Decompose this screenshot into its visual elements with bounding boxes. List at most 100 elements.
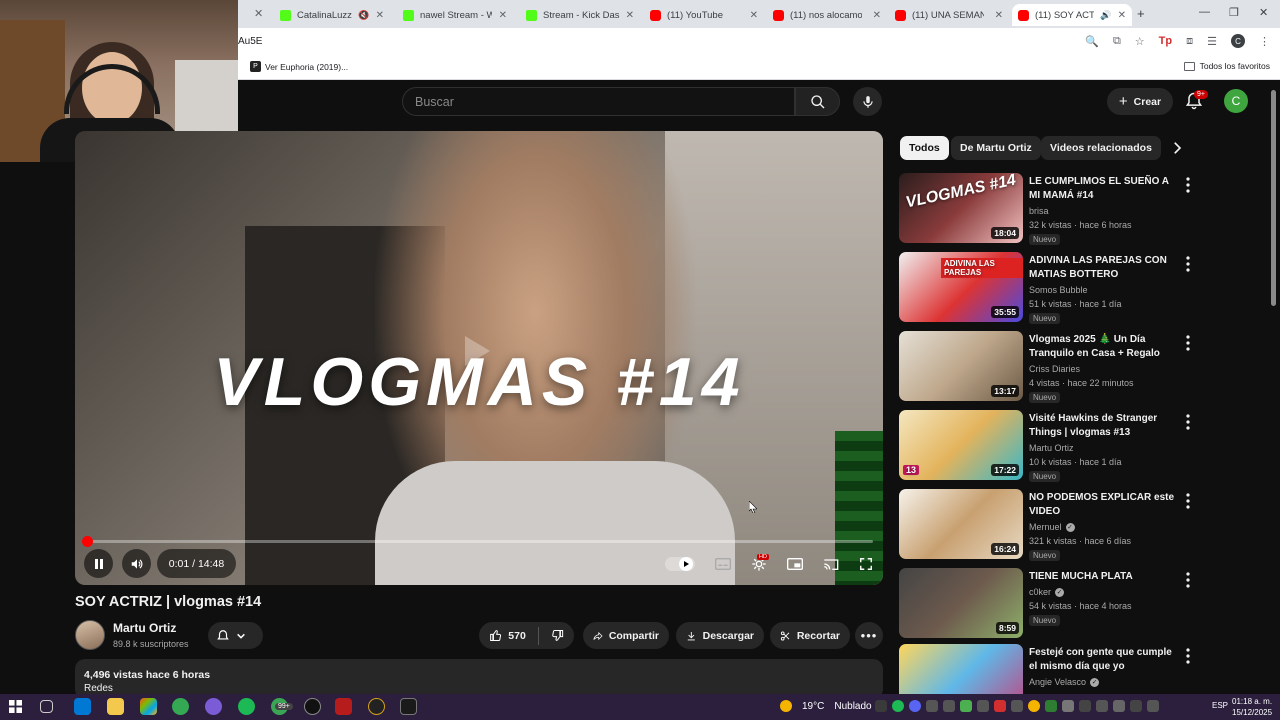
tab-kick-catalina[interactable]: CatalinaLuzzi Stre 🔇 ✕ <box>274 4 390 26</box>
close-icon[interactable]: ✕ <box>499 10 507 21</box>
chevron-up-icon[interactable] <box>1147 700 1159 712</box>
recommendation-title[interactable]: Visité Hawkins de Stranger Things | vlog… <box>1029 412 1179 440</box>
tray-app-icon[interactable] <box>1045 700 1057 712</box>
recommendation-title[interactable]: TIENE MUCHA PLATA <box>1029 570 1179 584</box>
address-bar[interactable]: Au5E <box>238 36 262 47</box>
app-icon[interactable] <box>205 698 222 715</box>
fullscreen-icon[interactable] <box>859 557 873 571</box>
pause-button[interactable] <box>84 549 113 578</box>
video-player[interactable]: VLOGMAS #14 0:01 / 14:48 HD <box>75 131 883 585</box>
dislike-icon[interactable] <box>551 628 564 643</box>
more-vertical-icon[interactable] <box>1183 492 1193 510</box>
progress-bar[interactable] <box>81 536 873 547</box>
search-button[interactable] <box>795 87 840 116</box>
chrome-icon[interactable] <box>172 698 189 715</box>
tray-app-icon[interactable] <box>1011 700 1023 712</box>
minimize-icon[interactable]: — <box>1199 6 1210 18</box>
subscribe-bell-button[interactable] <box>208 622 263 649</box>
description-box[interactable]: 4,496 vistas hace 6 horas Redes <box>75 659 883 699</box>
download-button[interactable]: Descargar <box>676 622 764 649</box>
channel-name[interactable]: Martu Ortiz <box>113 621 176 635</box>
tab-kick-nawel[interactable]: nawel Stream - Wi ✕ <box>397 4 513 26</box>
chip-todos[interactable]: Todos <box>900 136 949 160</box>
tray-app-icon[interactable] <box>1130 700 1142 712</box>
progress-scrubber[interactable] <box>81 536 93 547</box>
search-input[interactable] <box>415 94 794 109</box>
spotify-tray-icon[interactable] <box>892 700 904 712</box>
close-icon[interactable]: ✕ <box>1118 10 1126 21</box>
close-icon[interactable]: ✕ <box>995 10 1003 21</box>
task-view-icon[interactable] <box>40 700 53 713</box>
page-scrollbar[interactable] <box>1271 90 1276 306</box>
volume-button[interactable] <box>122 549 151 578</box>
recommendation-item[interactable]: 8:59 TIENE MUCHA PLATA c0ker ✓ 54 k vista… <box>899 568 1199 640</box>
file-explorer-icon[interactable] <box>107 698 124 715</box>
recommendation-item[interactable]: VLOGMAS #14 18:04 LE CUMPLIMOS EL SUEÑO … <box>899 173 1199 245</box>
video-thumbnail[interactable]: ADIVINA LAS PAREJAS 35:55 <box>899 252 1023 322</box>
tab-youtube-semana[interactable]: (11) UNA SEMANA S ✕ <box>889 4 1009 26</box>
speaker-icon[interactable]: 🔊 <box>1100 10 1111 21</box>
chevron-right-icon[interactable] <box>1168 139 1186 157</box>
weather-widget[interactable]: 19°C Nublado <box>780 700 872 712</box>
close-icon[interactable]: ✕ <box>750 10 758 21</box>
spotify-icon[interactable] <box>238 698 255 715</box>
outlook-icon[interactable] <box>74 698 91 715</box>
more-vertical-icon[interactable] <box>1183 413 1193 431</box>
close-icon[interactable]: ✕ <box>376 10 384 21</box>
recommendation-item[interactable]: 13:17 Vlogmas 2025 🎄 Un Día Tranquilo en… <box>899 331 1199 403</box>
star-icon[interactable]: ☆ <box>1135 35 1145 48</box>
recommendation-title[interactable]: LE CUMPLIMOS EL SUEÑO A MI MAMÁ #14 <box>1029 175 1179 203</box>
recommendation-item[interactable]: ADIVINA LAS PAREJAS 35:55 ADIVINA LAS PA… <box>899 252 1199 324</box>
system-clock[interactable]: 01:18 a. m. 15/12/2025 <box>1232 696 1272 718</box>
microphone-tray-icon[interactable] <box>1079 700 1091 712</box>
tray-app-icon[interactable] <box>977 700 989 712</box>
restore-icon[interactable]: ❐ <box>1229 6 1239 19</box>
miniplayer-icon[interactable] <box>787 557 803 571</box>
recommendation-title[interactable]: NO PODEMOS EXPLICAR este VIDEO <box>1029 491 1179 519</box>
chip-de-martu-ortiz[interactable]: De Martu Ortiz <box>951 136 1041 160</box>
recommendation-item[interactable]: 13 17:22 Visité Hawkins de Stranger Thin… <box>899 410 1199 482</box>
like-icon[interactable] <box>489 628 502 643</box>
tray-app-icon[interactable] <box>1113 700 1125 712</box>
more-vertical-icon[interactable] <box>1183 647 1193 665</box>
tray-app-icon[interactable] <box>1062 700 1074 712</box>
close-icon[interactable]: ✕ <box>873 10 881 21</box>
recommendation-item[interactable]: Festejé con gente que cumple el mismo dí… <box>899 644 1199 694</box>
windows-start-icon[interactable] <box>9 700 22 713</box>
more-vertical-icon[interactable] <box>1183 176 1193 194</box>
video-thumbnail[interactable]: 13 17:22 <box>899 410 1023 480</box>
new-tab-button[interactable]: + <box>1137 6 1145 21</box>
close-window-icon[interactable]: ✕ <box>1259 6 1268 19</box>
cast-icon[interactable]: ⧉ <box>1113 35 1121 48</box>
obs-icon[interactable] <box>304 698 321 715</box>
voice-search-button[interactable] <box>853 87 882 116</box>
close-icon[interactable]: ✕ <box>626 10 634 21</box>
video-thumbnail[interactable]: 13:17 <box>899 331 1023 401</box>
more-vertical-icon[interactable] <box>1183 334 1193 352</box>
extension-icon[interactable]: Tp <box>1159 35 1172 47</box>
more-vertical-icon[interactable] <box>1183 255 1193 273</box>
recommendation-title[interactable]: Vlogmas 2025 🎄 Un Día Tranquilo en Casa … <box>1029 333 1179 361</box>
discord-tray-icon[interactable] <box>909 700 921 712</box>
channel-avatar[interactable] <box>75 620 105 650</box>
tray-app-icon[interactable] <box>960 700 972 712</box>
recommendation-title[interactable]: ADIVINA LAS PAREJAS CON MATIAS BOTTERO <box>1029 254 1179 282</box>
tab-kick-dashboard[interactable]: Stream - Kick Dashbo ✕ <box>520 4 640 26</box>
profile-avatar[interactable]: C <box>1231 34 1245 48</box>
store-icon[interactable] <box>140 698 157 715</box>
tray-app-icon[interactable] <box>943 700 955 712</box>
extensions-puzzle-icon[interactable]: ⧈ <box>1186 35 1193 48</box>
tray-app-icon[interactable] <box>875 700 887 712</box>
app-icon[interactable] <box>368 698 385 715</box>
tab-youtube-home[interactable]: (11) YouTube ✕ <box>644 4 764 26</box>
zoom-icon[interactable]: 🔍 <box>1085 35 1099 48</box>
video-thumbnail[interactable]: VLOGMAS #14 18:04 <box>899 173 1023 243</box>
more-actions-button[interactable]: ••• <box>855 622 883 649</box>
subtitles-icon[interactable] <box>715 557 731 571</box>
video-editor-icon[interactable] <box>335 698 352 715</box>
kebab-menu-icon[interactable]: ⋮ <box>1259 35 1270 48</box>
tray-app-icon[interactable] <box>1028 700 1040 712</box>
language-indicator[interactable]: ESP <box>1212 701 1228 710</box>
account-avatar[interactable]: C <box>1224 89 1248 113</box>
video-thumbnail[interactable] <box>899 644 1023 694</box>
